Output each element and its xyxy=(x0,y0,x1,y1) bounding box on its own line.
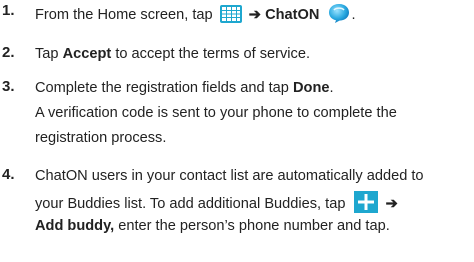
step-text: enter the person’s phone number and tap. xyxy=(118,218,390,234)
step-text: From the Home screen, tap xyxy=(35,7,213,23)
step-4-line-2: your Buddies list. To add additional Bud… xyxy=(35,191,398,214)
add-buddy-label: Add buddy, xyxy=(35,218,115,234)
step-1: 1. From the Home screen, tap ➔ ChatON . xyxy=(0,2,474,24)
chaton-label: ChatON xyxy=(265,7,320,23)
step-text: your Buddies list. To add additional Bud… xyxy=(35,196,346,212)
accept-label: Accept xyxy=(62,46,112,62)
done-label: Done xyxy=(292,80,330,96)
step-4-line-3: Add buddy, enter the person’s phone numb… xyxy=(35,216,390,236)
step-3-line-2: A verification code is sent to your phon… xyxy=(35,105,397,121)
chaton-logo-icon xyxy=(327,2,351,24)
step-2: 2. Tap Accept to accept the terms of ser… xyxy=(0,44,474,66)
step-punct: . xyxy=(329,80,334,96)
step-number: 1. xyxy=(2,2,15,19)
step-3: 3. Complete the registration fields and … xyxy=(0,78,474,150)
step-number: 4. xyxy=(2,166,15,183)
arrow-glyph: ➔ xyxy=(248,7,261,23)
step-text: to accept the terms of service. xyxy=(115,46,310,62)
apps-grid-icon xyxy=(219,5,242,23)
step-2-text: Tap Accept to accept the terms of servic… xyxy=(35,44,310,64)
step-1-text: From the Home screen, tap ➔ ChatON . xyxy=(35,2,356,25)
step-3-line-3: registration process. xyxy=(35,130,167,146)
step-number: 2. xyxy=(2,44,15,61)
step-3-line-1: Complete the registration fields and tap… xyxy=(35,78,334,98)
step-text: Complete the registration fields and tap xyxy=(35,80,289,96)
arrow-glyph: ➔ xyxy=(385,196,398,212)
step-text: Tap xyxy=(35,46,59,62)
step-number: 3. xyxy=(2,78,15,95)
step-4-line-1: ChatON users in your contact list are au… xyxy=(35,168,424,184)
plus-icon xyxy=(353,191,378,213)
step-punct: . xyxy=(351,7,356,23)
step-4: 4. ChatON users in your contact list are… xyxy=(0,166,474,256)
